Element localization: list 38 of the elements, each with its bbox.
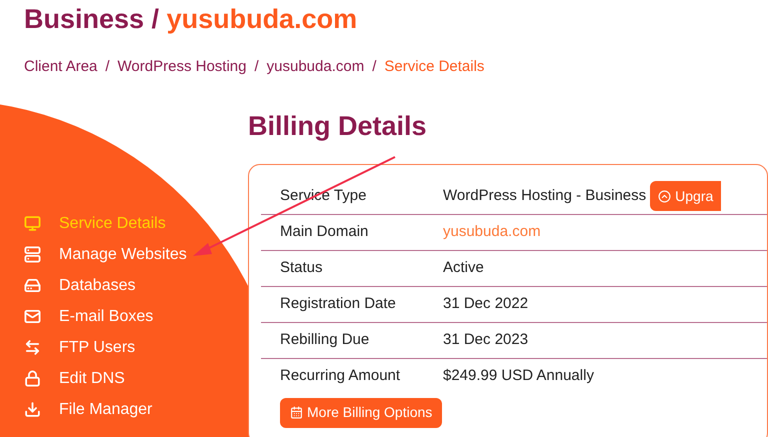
field-value: Active [443,258,484,278]
section-heading: Billing Details [248,112,428,140]
breadcrumb-separator: / [254,57,259,77]
field-value: 31 Dec 2023 [443,330,528,350]
domain-link[interactable]: yusubuda.com [443,220,541,244]
calendar-icon [290,406,303,419]
breadcrumb-link[interactable]: WordPress Hosting [118,56,246,78]
download-icon [24,401,41,418]
chevron-up-icon [658,190,672,202]
server-icon [24,246,41,263]
more-billing-button[interactable]: More Billing Options [280,398,442,428]
page-title: Business / yusubuda.com [24,4,358,34]
sidebar-item[interactable]: E-mail Boxes [24,306,248,328]
field-label: Main Domain [280,222,370,242]
transfer-arrows-icon [24,339,41,356]
breadcrumb-link[interactable]: Client Area [24,56,98,78]
sidebar-item[interactable]: Databases [24,274,248,296]
field-label: Rebilling Due [280,330,370,350]
monitor-icon [24,215,41,232]
field-label: Status [280,258,324,278]
field-value: $249.99 USD Annually [443,366,594,386]
field-value: WordPress Hosting - Business [443,186,646,206]
drive-icon [24,277,41,294]
sidebar-item[interactable]: File Manager [24,398,248,420]
field-label: Registration Date [280,294,397,314]
upgrade-button[interactable]: Upgra [650,181,722,211]
field-value: 31 Dec 2022 [443,294,528,314]
sidebar-item[interactable]: FTP Users [24,336,248,358]
field-label: Recurring Amount [280,366,402,386]
breadcrumb-separator: / [105,57,110,77]
breadcrumb-separator: / [372,57,376,77]
breadcrumb-link[interactable]: yusubuda.com [266,56,364,78]
lock-icon [24,370,41,387]
sidebar-item[interactable]: Manage Websites [24,244,248,266]
envelope-icon [24,308,41,325]
breadcrumb-link[interactable]: Service Details [384,56,484,78]
sidebar-item[interactable]: Service Details [24,212,248,234]
sidebar-item[interactable]: Edit DNS [24,368,248,390]
